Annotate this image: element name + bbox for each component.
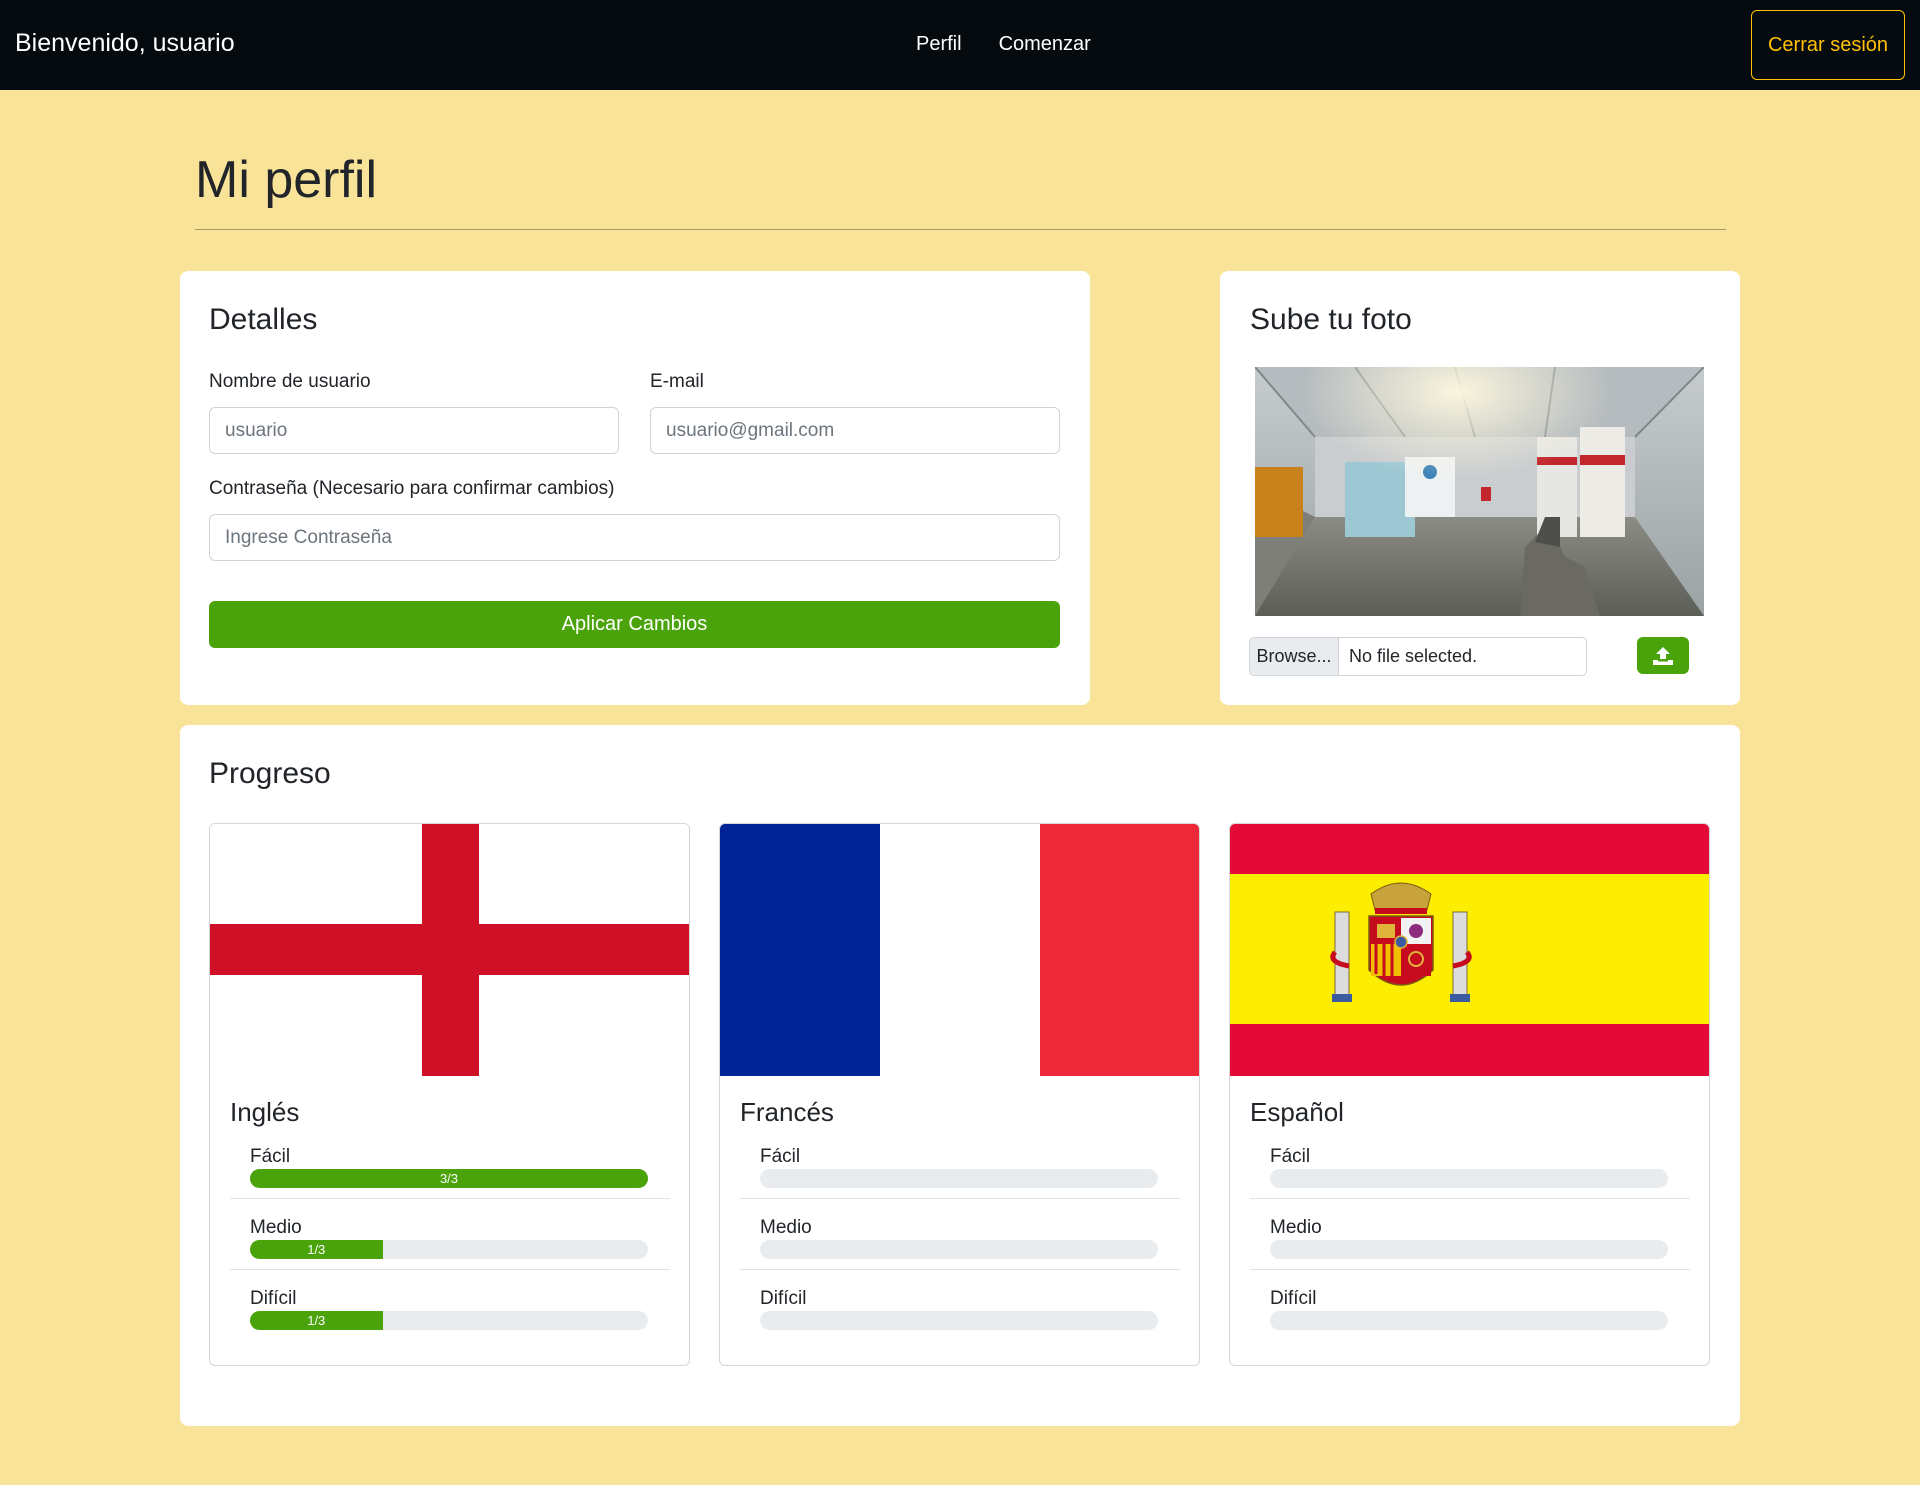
level-name: Fácil	[1270, 1146, 1311, 1167]
level-name: Fácil	[250, 1146, 291, 1167]
progress-bar: 1/3	[250, 1311, 648, 1330]
progress-bar	[760, 1240, 1158, 1259]
progress-bar	[760, 1311, 1158, 1330]
file-input[interactable]: Browse... No file selected.	[1249, 637, 1587, 676]
england-flag	[210, 824, 689, 1076]
level-row-medio: Medio	[740, 1217, 1180, 1288]
username-input[interactable]	[209, 407, 619, 454]
details-card: Detalles Nombre de usuario E-mail Contra…	[180, 271, 1090, 705]
navbar: Bienvenido, usuario Perfil Comenzar Cerr…	[0, 0, 1920, 90]
nav-link-comenzar[interactable]: Comenzar	[999, 33, 1091, 56]
level-divider	[740, 1269, 1180, 1270]
language-name: Inglés	[230, 1097, 300, 1127]
brand-link[interactable]: Bienvenido, usuario	[15, 29, 235, 58]
level-row-medio: Medio 1/3	[230, 1217, 670, 1288]
email-input[interactable]	[650, 407, 1060, 454]
email-label: E-mail	[650, 371, 704, 392]
level-name: Difícil	[760, 1288, 807, 1309]
password-label: Contraseña (Necesario para confirmar cam…	[209, 478, 615, 499]
nav-link-perfil[interactable]: Perfil	[916, 33, 962, 56]
language-card-english[interactable]: Inglés Fácil 3/3 Medio 1/3 Difícil 1/3	[209, 823, 690, 1366]
language-card-spanish[interactable]: Español Fácil Medio Difícil	[1229, 823, 1710, 1366]
level-name: Difícil	[1270, 1288, 1317, 1309]
logout-button[interactable]: Cerrar sesión	[1751, 10, 1905, 80]
level-name: Medio	[250, 1217, 302, 1238]
title-divider	[195, 229, 1726, 230]
level-row-facil: Fácil 3/3	[230, 1146, 670, 1217]
progress-bar	[760, 1169, 1158, 1188]
level-name: Difícil	[250, 1288, 297, 1309]
level-row-dificil: Difícil	[740, 1288, 1180, 1359]
level-row-dificil: Difícil	[1250, 1288, 1690, 1359]
progress-bar	[1270, 1311, 1668, 1330]
photo-title: Sube tu foto	[1250, 303, 1412, 336]
level-divider	[1250, 1269, 1690, 1270]
upload-button[interactable]	[1637, 637, 1689, 674]
progress-bar: 3/3	[250, 1169, 648, 1188]
level-divider	[230, 1269, 670, 1270]
upload-icon	[1653, 646, 1673, 665]
progress-bar	[1270, 1240, 1668, 1259]
level-divider	[230, 1198, 670, 1199]
progress-bar-fill: 1/3	[250, 1240, 383, 1259]
level-divider	[1250, 1198, 1690, 1199]
level-row-facil: Fácil	[740, 1146, 1180, 1217]
france-flag	[720, 824, 1199, 1076]
password-input[interactable]	[209, 514, 1060, 561]
nav-links: Perfil Comenzar	[916, 33, 1091, 56]
language-name: Francés	[740, 1097, 834, 1127]
language-name: Español	[1250, 1097, 1344, 1127]
level-name: Fácil	[760, 1146, 801, 1167]
language-card-french[interactable]: Francés Fácil Medio Difícil	[719, 823, 1200, 1366]
progress-title: Progreso	[209, 757, 331, 790]
progress-bar: 1/3	[250, 1240, 648, 1259]
progress-bar	[1270, 1169, 1668, 1188]
browse-button[interactable]: Browse...	[1250, 638, 1339, 675]
file-status: No file selected.	[1349, 646, 1478, 666]
details-title: Detalles	[209, 303, 318, 336]
level-name: Medio	[760, 1217, 812, 1238]
apply-changes-button[interactable]: Aplicar Cambios	[209, 601, 1060, 648]
profile-photo	[1255, 367, 1704, 616]
progress-card: Progreso Inglés Fácil 3/3 Medio 1/3 Difí…	[180, 725, 1740, 1426]
progress-bar-fill: 3/3	[250, 1169, 648, 1188]
level-row-dificil: Difícil 1/3	[230, 1288, 670, 1359]
level-row-facil: Fácil	[1250, 1146, 1690, 1217]
username-label: Nombre de usuario	[209, 371, 371, 392]
photo-card: Sube tu foto Browse... No file selected.	[1220, 271, 1740, 705]
level-row-medio: Medio	[1250, 1217, 1690, 1288]
page-title: Mi perfil	[195, 151, 378, 209]
spain-flag	[1230, 824, 1709, 1076]
level-divider	[740, 1198, 1180, 1199]
progress-bar-fill: 1/3	[250, 1311, 383, 1330]
level-name: Medio	[1270, 1217, 1322, 1238]
